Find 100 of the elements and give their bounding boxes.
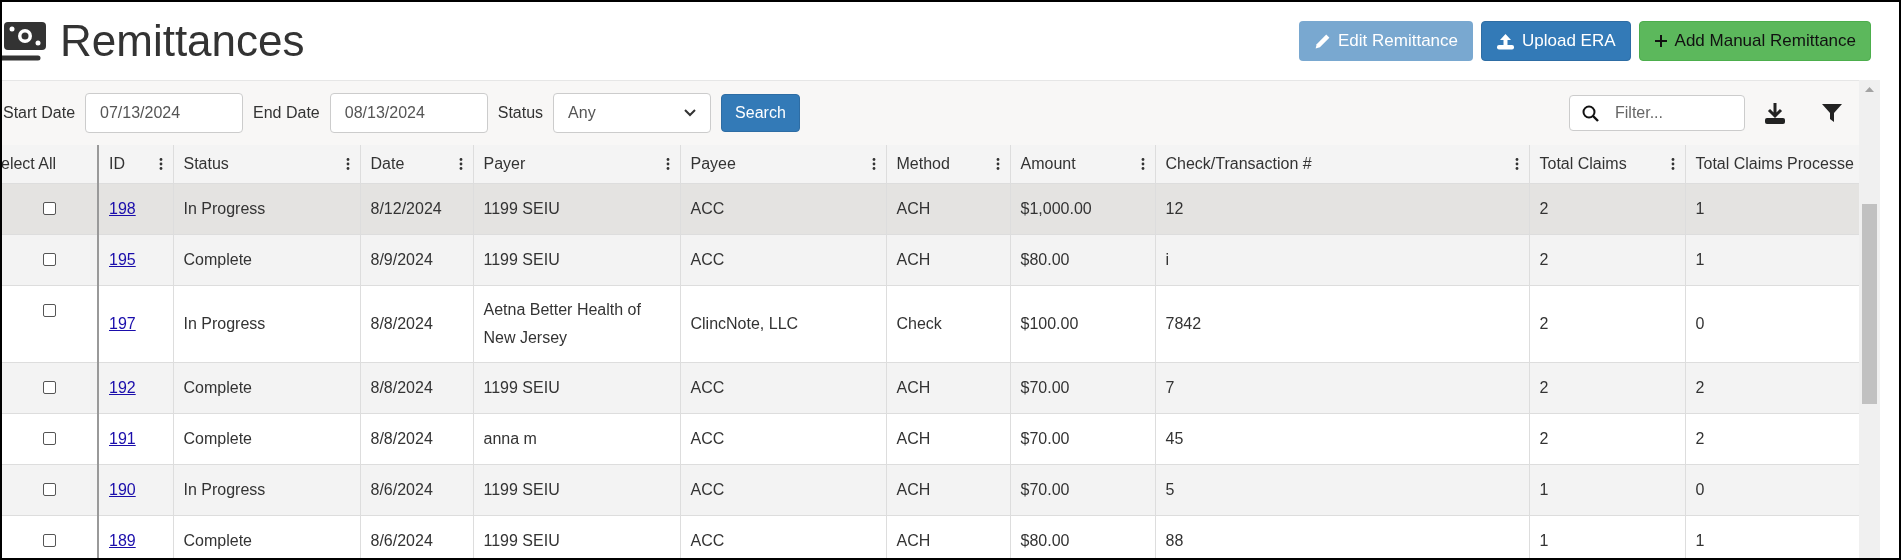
table-cell: 88 bbox=[1165, 531, 1184, 549]
table-cell: ACH bbox=[896, 199, 931, 217]
field-label: End Date bbox=[253, 103, 320, 123]
table-cell: 1199 SEIU bbox=[483, 250, 560, 268]
table-cell: 1 bbox=[1695, 199, 1705, 217]
date-field[interactable]: 08/13/2024 bbox=[329, 93, 488, 133]
pencil-icon bbox=[1314, 32, 1331, 50]
table-cell: Complete bbox=[183, 250, 252, 268]
table-cell: 2 bbox=[1539, 199, 1549, 217]
filter-box[interactable]: Filter... bbox=[1569, 95, 1745, 131]
column-header[interactable]: ID bbox=[109, 151, 125, 176]
table-cell: 8/6/2024 bbox=[370, 531, 433, 549]
kebab-menu-icon[interactable] bbox=[665, 157, 670, 170]
add-button[interactable]: Add Manual Remittance bbox=[1638, 20, 1871, 62]
table-cell: i bbox=[1165, 250, 1170, 268]
table-cell: 7842 bbox=[1165, 314, 1202, 332]
table-cell: 1 bbox=[1695, 250, 1705, 268]
upload-icon bbox=[1496, 32, 1515, 50]
table-cell: 2 bbox=[1695, 429, 1705, 447]
table-cell: $70.00 bbox=[1020, 480, 1070, 498]
table-cell: ACH bbox=[896, 531, 931, 549]
table-cell: 1199 SEIU bbox=[483, 199, 560, 217]
table-cell: $100.00 bbox=[1020, 314, 1079, 332]
kebab-menu-icon[interactable] bbox=[1514, 157, 1519, 170]
table-cell: 2 bbox=[1539, 250, 1549, 268]
id-link[interactable]: 195 bbox=[109, 250, 136, 268]
id-link[interactable]: 192 bbox=[109, 378, 136, 396]
table-cell: 12 bbox=[1165, 199, 1184, 217]
table-cell: $80.00 bbox=[1020, 250, 1070, 268]
table-cell: $70.00 bbox=[1020, 378, 1070, 396]
id-link[interactable]: 191 bbox=[109, 429, 136, 447]
table-cell: 8/12/2024 bbox=[370, 199, 442, 217]
filter-icon[interactable] bbox=[1821, 103, 1843, 123]
table-cell: Complete bbox=[183, 531, 252, 549]
table-cell: ACH bbox=[896, 480, 931, 498]
table-cell: 8/8/2024 bbox=[370, 314, 433, 332]
kebab-menu-icon[interactable] bbox=[1140, 157, 1145, 170]
field-label: Start Date bbox=[3, 103, 76, 123]
row-checkbox[interactable] bbox=[43, 252, 56, 266]
table-cell: 2 bbox=[1695, 378, 1705, 396]
page-title: Remittances bbox=[60, 19, 305, 63]
status-dropdown[interactable]: Any bbox=[553, 93, 712, 133]
table-cell: In Progress bbox=[183, 314, 266, 332]
table-cell: Complete bbox=[183, 378, 252, 396]
row-checkbox[interactable] bbox=[43, 482, 56, 496]
search-button[interactable]: Search bbox=[721, 94, 800, 132]
column-header[interactable]: Payee bbox=[690, 151, 736, 176]
scrollbar[interactable] bbox=[1859, 80, 1880, 558]
table-cell: ACC bbox=[690, 531, 725, 549]
table-cell: 8/6/2024 bbox=[370, 480, 433, 498]
table-cell: $70.00 bbox=[1020, 429, 1070, 447]
table-cell: 1 bbox=[1539, 531, 1549, 549]
table-cell: Complete bbox=[183, 429, 252, 447]
table-cell: ACC bbox=[690, 480, 725, 498]
table-cell: Aetna Better Health of New Jersey bbox=[483, 300, 641, 346]
table-cell: 1 bbox=[1695, 531, 1705, 549]
table-cell: ACH bbox=[896, 378, 931, 396]
table-cell: 8/8/2024 bbox=[370, 429, 433, 447]
plus-icon bbox=[1653, 34, 1668, 48]
row-checkbox[interactable] bbox=[43, 380, 56, 394]
table-cell: ACH bbox=[896, 429, 931, 447]
kebab-menu-icon[interactable] bbox=[458, 157, 463, 170]
download-icon[interactable] bbox=[1763, 101, 1787, 125]
table-cell: 0 bbox=[1695, 314, 1705, 332]
row-checkbox[interactable] bbox=[43, 431, 56, 445]
table-cell: In Progress bbox=[183, 480, 266, 498]
date-field[interactable]: 07/13/2024 bbox=[85, 93, 244, 133]
kebab-menu-icon[interactable] bbox=[158, 157, 163, 170]
row-checkbox[interactable] bbox=[43, 303, 56, 317]
table-cell: In Progress bbox=[183, 199, 266, 217]
kebab-menu-icon[interactable] bbox=[345, 157, 350, 170]
column-header[interactable]: Status bbox=[183, 151, 229, 176]
table-cell: Check bbox=[896, 314, 942, 332]
kebab-menu-icon[interactable] bbox=[995, 157, 1000, 170]
table-cell: 0 bbox=[1695, 480, 1705, 498]
table-cell: 1199 SEIU bbox=[483, 378, 560, 396]
table-cell: 1199 SEIU bbox=[483, 531, 560, 549]
table-cell: 8/9/2024 bbox=[370, 250, 433, 268]
caret-icon bbox=[684, 109, 697, 117]
id-link[interactable]: 190 bbox=[109, 480, 136, 498]
table-cell: 5 bbox=[1165, 480, 1175, 498]
table-cell: 1 bbox=[1539, 480, 1549, 498]
id-link[interactable]: 198 bbox=[109, 199, 136, 217]
id-link[interactable]: 189 bbox=[109, 531, 136, 549]
id-link[interactable]: 197 bbox=[109, 314, 136, 332]
table-cell: ACH bbox=[896, 250, 931, 268]
table-cell: $1,000.00 bbox=[1020, 199, 1092, 217]
table-cell: ClincNote, LLC bbox=[690, 314, 799, 332]
kebab-menu-icon[interactable] bbox=[871, 157, 876, 170]
row-checkbox[interactable] bbox=[43, 201, 56, 215]
table-cell: ACC bbox=[690, 250, 725, 268]
column-header[interactable]: Payer bbox=[483, 151, 526, 176]
kebab-menu-icon[interactable] bbox=[1670, 157, 1675, 170]
table-cell: 7 bbox=[1165, 378, 1175, 396]
table-cell: 2 bbox=[1539, 314, 1549, 332]
table-cell: 2 bbox=[1539, 378, 1549, 396]
row-checkbox[interactable] bbox=[43, 533, 56, 547]
field-label: Status bbox=[497, 103, 544, 123]
upload-button[interactable]: Upload ERA bbox=[1481, 20, 1631, 62]
table-cell: $80.00 bbox=[1020, 531, 1070, 549]
